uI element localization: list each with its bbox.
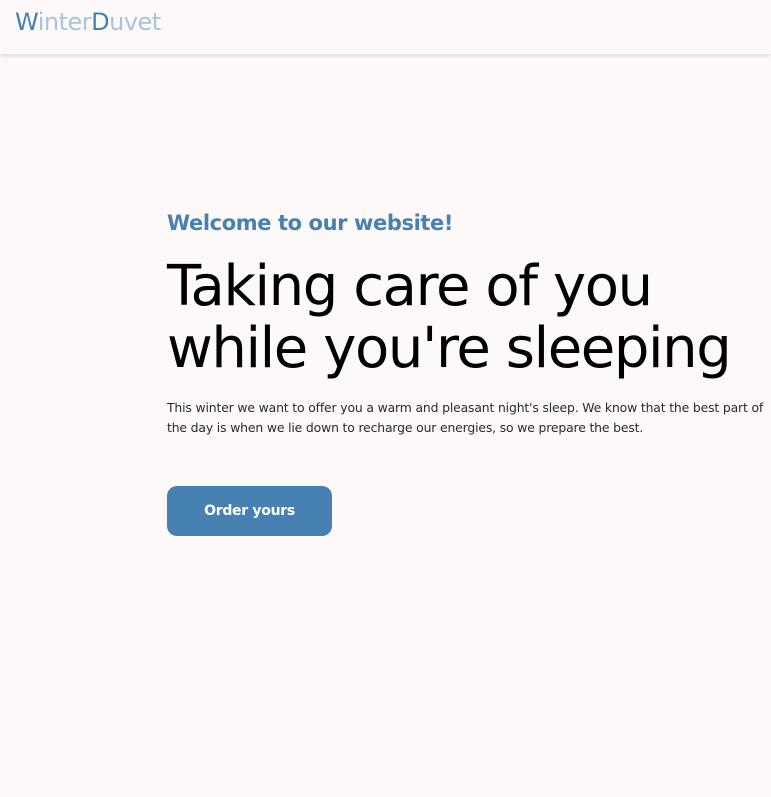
order-yours-button[interactable]: Order yours (167, 486, 332, 536)
hero-headline-line2: while you're sleeping (167, 316, 732, 381)
hero-headline: Taking care of you while you're sleeping (167, 256, 767, 380)
logo-winter-rest: inter (37, 8, 92, 36)
logo-duvet-rest: uvet (109, 8, 161, 36)
hero-headline-line1: Taking care of you (167, 254, 653, 319)
site-logo[interactable]: WinterDuvet (15, 7, 161, 37)
hero-description: This winter we want to offer you a warm … (167, 400, 764, 435)
logo-duvet-initial: D (91, 8, 110, 36)
logo-winter-initial: W (15, 8, 38, 36)
hero-section: Welcome to our website! Taking care of y… (167, 204, 767, 438)
site-header: WinterDuvet (0, 0, 771, 54)
hero-subtitle: Welcome to our website! (167, 211, 454, 235)
